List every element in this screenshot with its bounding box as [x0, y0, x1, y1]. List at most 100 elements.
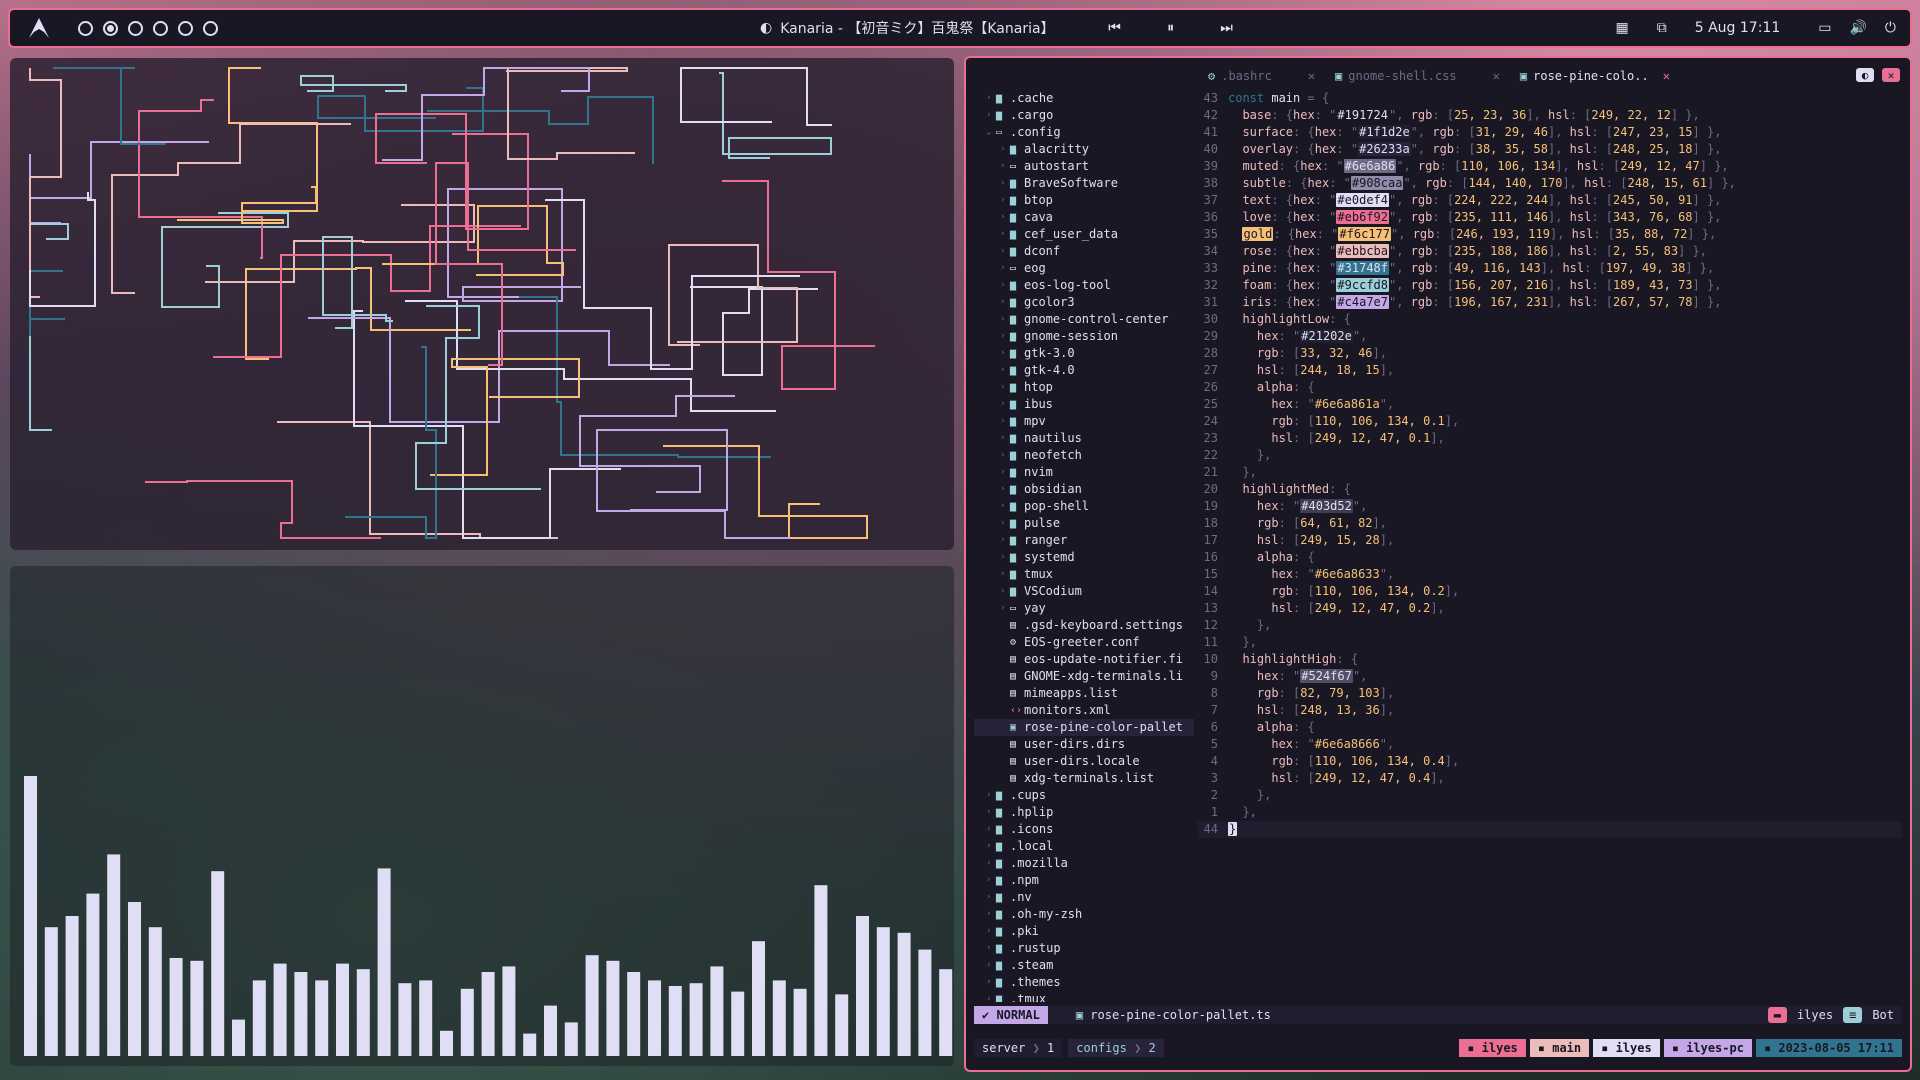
file-tree-item[interactable]: ▤ xdg-terminals.list: [974, 770, 1194, 787]
file-tree-item[interactable]: ▤ mimeapps.list: [974, 685, 1194, 702]
tmux-segment[interactable]: ▪ ilyes-pc: [1663, 1039, 1752, 1057]
file-tree-item[interactable]: › ▆ .nv: [974, 889, 1194, 906]
toggle-icon[interactable]: ◐: [1856, 68, 1874, 82]
file-tree-item[interactable]: › ▆ ranger: [974, 532, 1194, 549]
key: alpha: [1256, 550, 1294, 564]
pipes-terminal-window[interactable]: [10, 58, 954, 550]
code-text: },: [1228, 804, 1256, 821]
file-tree-item[interactable]: › ▆ nvim: [974, 464, 1194, 481]
file-tree-item[interactable]: › ▭ yay: [974, 600, 1194, 617]
tmux-segment[interactable]: ▪ ilyes: [1593, 1039, 1660, 1057]
workspace-dot[interactable]: [153, 20, 168, 36]
close-tab-icon[interactable]: ✕: [1308, 69, 1315, 83]
file-tree-item[interactable]: ▤ user-dirs.locale: [974, 753, 1194, 770]
file-tree-item[interactable]: › ▆ .icons: [974, 821, 1194, 838]
screen-icon[interactable]: ▭: [1818, 20, 1831, 36]
file-tree-item[interactable]: › ▆ .steam: [974, 957, 1194, 974]
file-tree-item[interactable]: › ▆ neofetch: [974, 447, 1194, 464]
workspace-dot[interactable]: [128, 20, 143, 36]
file-icon: ▤: [1010, 773, 1017, 784]
file-tree-item[interactable]: › ▆ .hplip: [974, 804, 1194, 821]
arch-logo-icon[interactable]: [26, 15, 52, 41]
file-tree-item[interactable]: › ▆ gcolor3: [974, 294, 1194, 311]
clipboard-icon[interactable]: ⧉: [1657, 20, 1667, 36]
workspace-dot[interactable]: [203, 20, 218, 36]
tmux-session[interactable]: server ❯ 1: [974, 1039, 1063, 1057]
file-tree-item[interactable]: › ▆ mpv: [974, 413, 1194, 430]
file-tree-item[interactable]: ▤ .gsd-keyboard.settings: [974, 617, 1194, 634]
code-buffer[interactable]: 43 const main = {42 base: {hex: "#191724"…: [1198, 90, 1902, 1002]
file-tree-item[interactable]: › ▆ .local: [974, 838, 1194, 855]
file-tree-item[interactable]: › ▆ nautilus: [974, 430, 1194, 447]
next-track-icon[interactable]: ⏭: [1203, 20, 1251, 36]
close-tab-icon[interactable]: ✕: [1663, 69, 1670, 83]
file-tree-item[interactable]: › ▆ .themes: [974, 974, 1194, 991]
file-tree-item[interactable]: › ▆ htop: [974, 379, 1194, 396]
buffer-tab[interactable]: ▣ gnome-shell.css ✕: [1325, 66, 1510, 86]
file-tree-item[interactable]: › ▭ autostart: [974, 158, 1194, 175]
file-tree-item[interactable]: › ▆ ibus: [974, 396, 1194, 413]
layout-grid-icon[interactable]: ▦: [1616, 20, 1629, 36]
file-tree-label: .icons: [1010, 822, 1054, 836]
close-tab-icon[interactable]: ✕: [1493, 69, 1500, 83]
clock-date[interactable]: 5 Aug 17:11: [1695, 20, 1781, 36]
buffer-tab[interactable]: ▣ rose-pine-colo.. ✕: [1510, 66, 1680, 86]
tmux-window-configs[interactable]: configs ❯ 2: [1068, 1039, 1164, 1057]
file-tree-item[interactable]: › ▆ dconf: [974, 243, 1194, 260]
file-tree-item[interactable]: › ▆ .mozilla: [974, 855, 1194, 872]
file-tree-item[interactable]: › ▆ tmux: [974, 566, 1194, 583]
media-title[interactable]: Kanaria - 【初音ミク】百鬼祭【Kanaria】: [780, 18, 1054, 38]
previous-track-icon[interactable]: ⏮: [1091, 20, 1139, 36]
file-tree-item[interactable]: › ▆ cava: [974, 209, 1194, 226]
file-tree-item[interactable]: › ▆ .cache: [974, 90, 1194, 107]
file-tree-item[interactable]: › ▆ .pki: [974, 923, 1194, 940]
file-tree-item[interactable]: ⌄ ▭ .config: [974, 124, 1194, 141]
file-tree-item[interactable]: › ▆ eos-log-tool: [974, 277, 1194, 294]
neovim-window[interactable]: ⚙ .bashrc ✕ ▣ gnome-shell.css ✕ ▣ rose-pine-col…: [964, 56, 1912, 1072]
code-line: 41 surface: {hex: "#1f1d2e", rgb: [31, 2…: [1198, 124, 1902, 141]
file-tree-item[interactable]: › ▆ .npm: [974, 872, 1194, 889]
file-tree-item[interactable]: ▣ rose-pine-color-pallet: [974, 719, 1194, 736]
file-tree-item[interactable]: › ▆ gnome-control-center: [974, 311, 1194, 328]
power-icon[interactable]: ⏻: [1885, 20, 1896, 36]
file-tree-item[interactable]: › ▆ pop-shell: [974, 498, 1194, 515]
file-tree-item[interactable]: › ▆ gnome-session: [974, 328, 1194, 345]
file-tree-item[interactable]: › ▆ BraveSoftware: [974, 175, 1194, 192]
tmux-segment[interactable]: ▪ 2023-08-05 17:11: [1755, 1039, 1902, 1057]
file-tree-item[interactable]: ⚙ EOS-greeter.conf: [974, 634, 1194, 651]
file-tree-item[interactable]: › ▆ .oh-my-zsh: [974, 906, 1194, 923]
file-tree-item[interactable]: ▤ eos-update-notifier.fi: [974, 651, 1194, 668]
workspace-dot[interactable]: [78, 20, 93, 36]
file-tree-item[interactable]: › ▆ .rustup: [974, 940, 1194, 957]
key: hex: [1293, 261, 1315, 275]
file-tree-item[interactable]: ▤ user-dirs.dirs: [974, 736, 1194, 753]
file-tree-item[interactable]: › ▆ .tmux: [974, 991, 1194, 1002]
file-tree-item[interactable]: ‹› monitors.xml: [974, 702, 1194, 719]
tmux-segment-label: ilyes: [1615, 1041, 1652, 1055]
chevron-right-icon: ›: [986, 807, 992, 817]
file-tree-item[interactable]: › ▭ eog: [974, 260, 1194, 277]
pause-icon[interactable]: ⏸: [1147, 20, 1195, 36]
volume-icon[interactable]: 🔊: [1849, 20, 1866, 36]
audio-visualizer-window[interactable]: [10, 566, 954, 1066]
hex-swatch: #191724: [1336, 108, 1389, 122]
punct: : [: [1432, 108, 1455, 122]
workspace-dot-active[interactable]: [103, 20, 118, 36]
file-tree-item[interactable]: › ▆ pulse: [974, 515, 1194, 532]
file-tree-item[interactable]: › ▆ gtk-4.0: [974, 362, 1194, 379]
file-tree-item[interactable]: › ▆ btop: [974, 192, 1194, 209]
file-tree-item[interactable]: › ▆ alacritty: [974, 141, 1194, 158]
file-tree-item[interactable]: ▤ GNOME-xdg-terminals.li: [974, 668, 1194, 685]
file-tree-item[interactable]: › ▆ .cups: [974, 787, 1194, 804]
file-tree-item[interactable]: › ▆ VSCodium: [974, 583, 1194, 600]
file-tree-item[interactable]: › ▆ .cargo: [974, 107, 1194, 124]
close-icon[interactable]: ✕: [1882, 68, 1900, 82]
buffer-tab[interactable]: ⚙ .bashrc ✕: [1198, 66, 1325, 86]
file-tree-item[interactable]: › ▆ systemd: [974, 549, 1194, 566]
file-tree-item[interactable]: › ▆ obsidian: [974, 481, 1194, 498]
tmux-segment[interactable]: ▪ main: [1529, 1039, 1590, 1057]
workspace-dot[interactable]: [178, 20, 193, 36]
tmux-segment[interactable]: ▪ ilyes: [1459, 1039, 1526, 1057]
file-tree-item[interactable]: › ▆ cef_user_data: [974, 226, 1194, 243]
file-tree-item[interactable]: › ▆ gtk-3.0: [974, 345, 1194, 362]
